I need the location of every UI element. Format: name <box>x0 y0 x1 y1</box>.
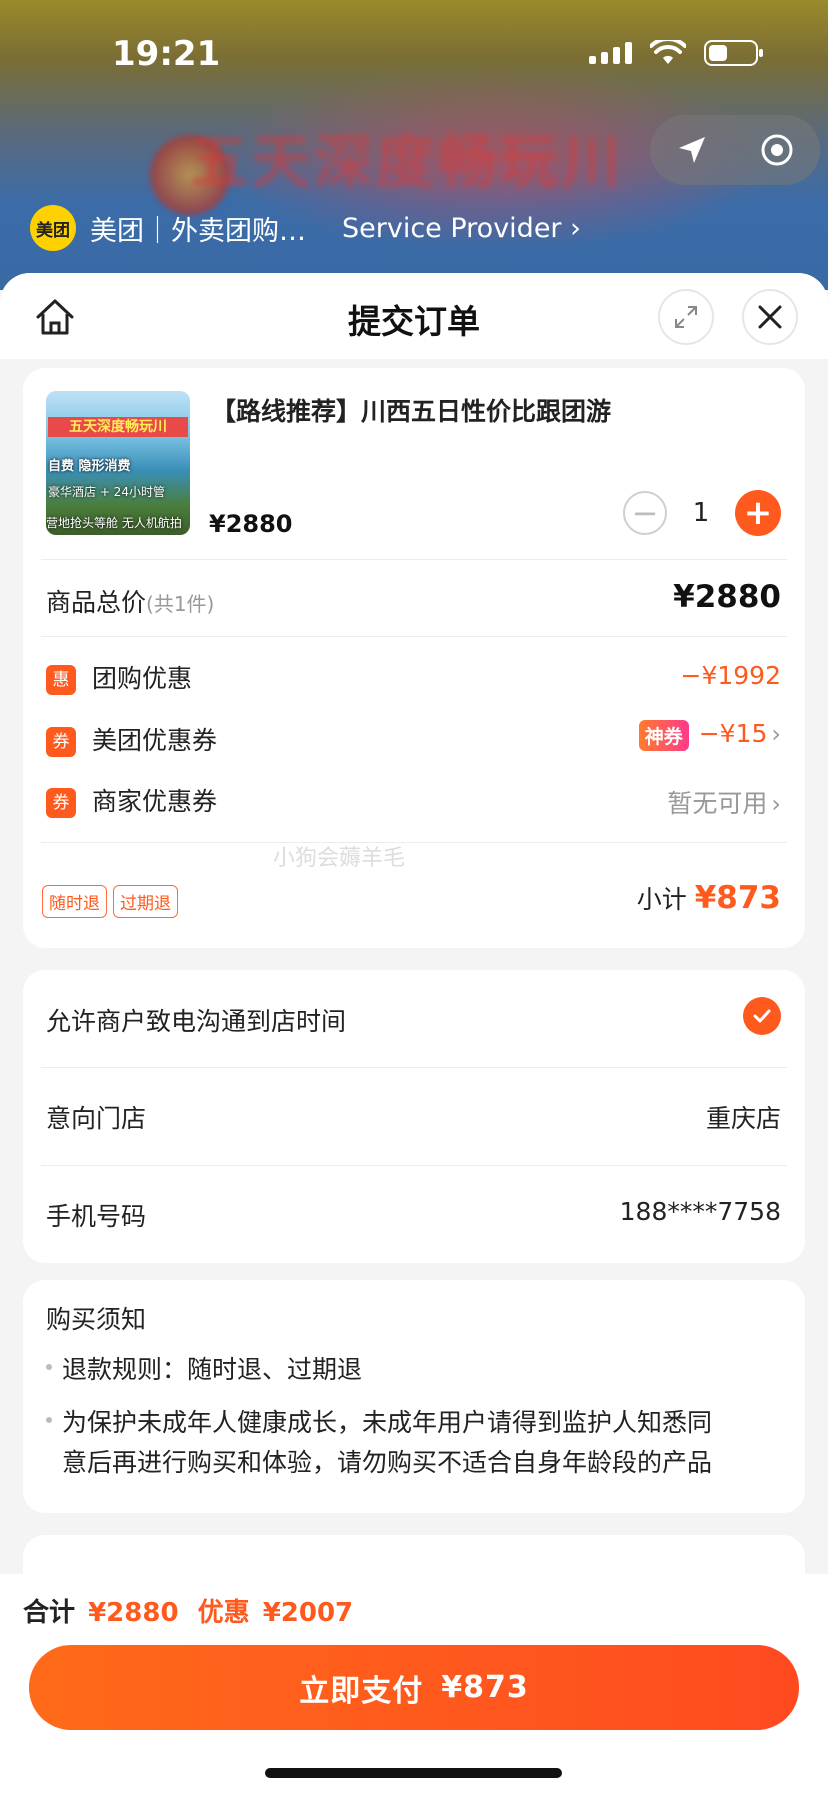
divider <box>41 636 787 637</box>
thumb-text-2: 自费 隐形消费 <box>48 459 131 474</box>
group-discount-value: −¥1992 <box>680 661 781 690</box>
coupon-badge: 券 <box>46 727 76 757</box>
group-discount-row: 惠团购优惠 <box>46 659 192 695</box>
total-label: 合计 <box>23 1598 76 1628</box>
app-name: 美团｜外卖团购… <box>90 215 306 247</box>
pay-label: 立即支付 <box>299 1673 424 1709</box>
shen-coupon-tag: 神券 <box>638 719 689 751</box>
product-price: ¥2880 <box>209 510 293 538</box>
total-value: ¥2880 <box>88 1598 179 1628</box>
order-sheet: 提交订单 五天深度畅玩川 自费 隐形消费 豪华酒店 + 24小时管 营地抢头等舱… <box>0 273 828 1795</box>
phone-label: 手机号码 <box>46 1202 147 1231</box>
notice-minor-line2: 意后再进行购买和体验，请勿购买不适合自身年龄段的产品 <box>62 1448 713 1477</box>
expand-button[interactable] <box>658 289 714 345</box>
meituan-coupon-amount: −¥15 <box>698 719 768 748</box>
phone-value[interactable]: 188****7758 <box>620 1197 781 1226</box>
discount-value: ¥2007 <box>262 1598 354 1628</box>
bullet-dot <box>46 1417 52 1423</box>
meituan-coupon-value[interactable]: 神券 −¥15 › <box>638 719 781 751</box>
chevron-right-icon: › <box>771 720 781 748</box>
refund-tags: 随时退 过期退 <box>42 885 184 918</box>
divider <box>41 559 787 560</box>
service-provider-link[interactable]: Service Provider › <box>342 213 581 244</box>
provider-row: 美团 美团｜外卖团购… Service Provider › <box>30 205 581 251</box>
item-count: (共1件) <box>146 592 215 616</box>
subtotal-label: 小计 <box>636 885 687 914</box>
total-price-value: ¥2880 <box>673 579 781 615</box>
decrease-button[interactable]: − <box>623 491 667 535</box>
check-icon <box>753 1009 771 1023</box>
thumb-text-4: 营地抢头等舱 无人机航拍 <box>46 516 182 530</box>
total-price-label: 商品总价(共1件) <box>46 583 214 619</box>
product-title: 【路线推荐】川西五日性价比跟团游 <box>211 397 612 426</box>
group-discount-label: 团购优惠 <box>92 664 193 693</box>
bullet-dot <box>46 1364 52 1370</box>
order-totals: 合计 ¥2880 优惠 ¥2007 <box>23 1592 353 1629</box>
thumb-text-1: 五天深度畅玩川 <box>48 417 188 437</box>
merchant-coupon-row[interactable]: 券商家优惠券 <box>46 782 217 818</box>
notice-refund-text: 退款规则：随时退、过期退 <box>62 1355 363 1384</box>
quantity-value: 1 <box>692 498 710 528</box>
close-button[interactable] <box>742 289 798 345</box>
pay-amount: ¥873 <box>441 1670 529 1705</box>
notice-refund: 退款规则：随时退、过期退 <box>46 1350 362 1390</box>
merchant-coupon-status: 暂无可用 <box>667 789 768 818</box>
divider <box>41 842 787 843</box>
notice-title: 购买须知 <box>46 1305 147 1334</box>
discount-badge: 惠 <box>46 665 76 695</box>
wifi-icon <box>650 40 686 64</box>
quantity-stepper: − 1 + <box>623 490 781 536</box>
chevron-right-icon: › <box>570 212 581 244</box>
store-label: 意向门店 <box>46 1104 147 1133</box>
meituan-logo: 美团 <box>30 205 76 251</box>
map-controls <box>650 115 820 185</box>
thumb-text-3: 豪华酒店 + 24小时管 <box>48 485 165 499</box>
chevron-right-icon: › <box>771 790 781 818</box>
navigation-arrow-icon[interactable] <box>675 133 709 167</box>
total-label-text: 商品总价 <box>46 588 147 617</box>
divider <box>41 1067 787 1068</box>
coupon-badge: 券 <box>46 788 76 818</box>
allow-call-checkbox[interactable] <box>743 997 781 1035</box>
refund-tag: 过期退 <box>113 885 178 918</box>
store-value[interactable]: 重庆店 <box>706 1099 781 1135</box>
signal-icon <box>589 42 632 64</box>
expand-icon <box>675 306 697 328</box>
blurred-banner-text: 五天深度畅玩川 <box>190 128 625 196</box>
refund-tag: 随时退 <box>42 885 107 918</box>
bottom-bar: 合计 ¥2880 优惠 ¥2007 立即支付 ¥873 <box>0 1574 828 1795</box>
locate-icon[interactable] <box>759 132 795 168</box>
status-icons <box>589 40 763 66</box>
notice-minor: 为保护未成年人健康成长，未成年用户请得到监护人知悉同 意后再进行购买和体验，请勿… <box>46 1403 712 1483</box>
battery-icon <box>704 40 763 66</box>
order-card: 五天深度畅玩川 自费 隐形消费 豪华酒店 + 24小时管 营地抢头等舱 无人机航… <box>23 368 805 948</box>
notice-card: 购买须知 退款规则：随时退、过期退 为保护未成年人健康成长，未成年用户请得到监护… <box>23 1280 805 1513</box>
status-time: 19:21 <box>112 34 221 74</box>
pay-now-button[interactable]: 立即支付 ¥873 <box>29 1645 799 1730</box>
meituan-coupon-row[interactable]: 券美团优惠券 <box>46 721 217 757</box>
merchant-coupon-value[interactable]: 暂无可用 › <box>667 784 781 820</box>
meituan-coupon-label: 美团优惠券 <box>92 726 218 755</box>
allow-call-label: 允许商户致电沟通到店时间 <box>46 1007 347 1036</box>
home-indicator[interactable] <box>265 1768 562 1778</box>
subtotal-value: ¥873 <box>694 880 781 916</box>
contact-card: 允许商户致电沟通到店时间 意向门店 重庆店 手机号码 188****7758 <box>23 970 805 1263</box>
nav-bar: 提交订单 <box>0 273 828 359</box>
service-provider-label: Service Provider <box>342 212 562 244</box>
product-thumbnail[interactable]: 五天深度畅玩川 自费 隐形消费 豪华酒店 + 24小时管 营地抢头等舱 无人机航… <box>46 391 190 535</box>
close-icon <box>758 305 782 329</box>
subtotal: 小计 ¥873 <box>637 880 781 916</box>
discount-label: 优惠 <box>197 1598 250 1628</box>
divider <box>41 1165 787 1166</box>
notice-minor-line1: 为保护未成年人健康成长，未成年用户请得到监护人知悉同 <box>62 1408 713 1437</box>
increase-button[interactable]: + <box>735 490 781 536</box>
watermark: 小狗会薅羊毛 <box>273 846 406 871</box>
merchant-coupon-label: 商家优惠券 <box>92 787 218 816</box>
